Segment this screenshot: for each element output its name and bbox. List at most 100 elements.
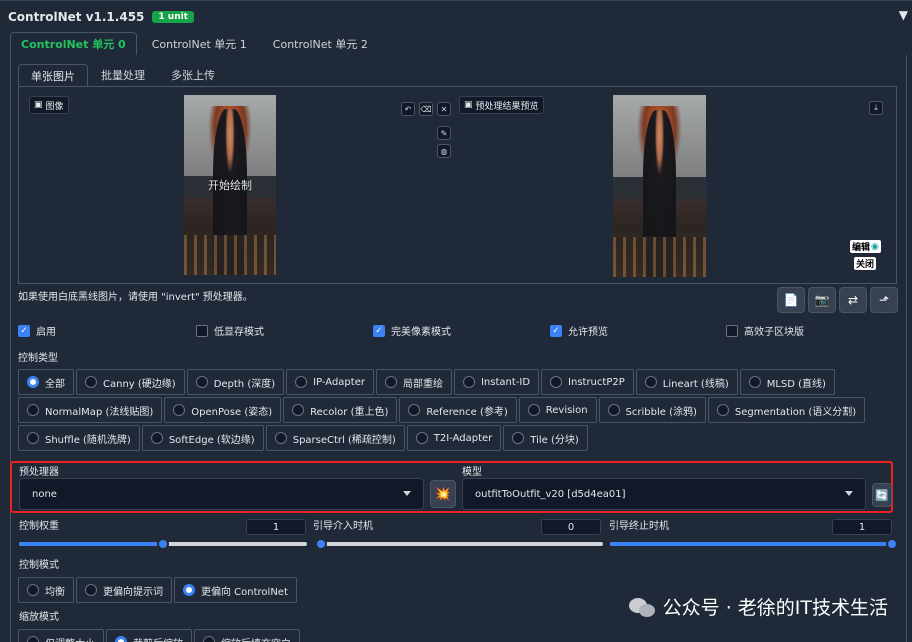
resize-mode-option[interactable]: 仅调整大小 <box>18 629 104 642</box>
control-type-option[interactable]: InstructP2P <box>541 369 634 395</box>
undo-icon[interactable]: ↶ <box>401 102 415 116</box>
radio-label: Reference (参考) <box>426 406 508 418</box>
input-tabs: 单张图片 批量处理 多张上传 <box>18 64 228 86</box>
slider-handle[interactable] <box>315 538 327 550</box>
radio-dot <box>408 404 421 416</box>
start-input[interactable]: 0 <box>541 519 601 535</box>
end-input[interactable]: 1 <box>832 519 892 535</box>
control-type-option[interactable]: Scribble (涂鸦) <box>598 397 706 423</box>
panel-header[interactable]: ControlNet v1.1.455 1 unit ▼ <box>8 8 912 26</box>
input-image-canvas[interactable]: 开始绘制 <box>184 95 276 275</box>
download-icon[interactable]: ⤓ <box>869 101 883 115</box>
railing-shape <box>613 236 706 277</box>
radio-dot <box>27 404 39 416</box>
weight-slider[interactable] <box>19 538 307 550</box>
control-type-option[interactable]: Tile (分块) <box>503 425 588 451</box>
panel-title: ControlNet v1.1.455 <box>8 10 145 24</box>
control-type-option[interactable]: Revision <box>518 397 597 423</box>
model-select[interactable]: outfitToOutfit_v20 [d5d4ea01] <box>462 478 866 510</box>
collapse-icon[interactable]: ▼ <box>899 8 908 22</box>
control-type-option[interactable]: Instant-ID <box>453 369 540 395</box>
edit-icon: ◉ <box>871 241 879 252</box>
preview-icon: ▣ <box>464 100 473 110</box>
image-label-chip: ▣ 图像 <box>29 96 69 114</box>
slider-fill <box>19 542 163 546</box>
image-label: 图像 <box>45 101 64 112</box>
control-type-option[interactable]: IP-Adapter <box>286 369 374 395</box>
tab-unit-1[interactable]: ControlNet 单元 1 <box>141 32 258 55</box>
control-type-option[interactable]: MLSD (直线) <box>739 369 835 395</box>
slider-handle[interactable] <box>886 538 898 550</box>
tab-multi-upload[interactable]: 多张上传 <box>158 64 228 86</box>
weight-input[interactable]: 1 <box>246 519 306 535</box>
control-type-option[interactable]: SparseCtrl (稀疏控制) <box>265 425 405 451</box>
radio-dot <box>27 584 39 596</box>
control-type-option[interactable]: T2I-Adapter <box>406 425 502 451</box>
control-mode-option[interactable]: 均衡 <box>18 577 74 603</box>
tab-batch[interactable]: 批量处理 <box>88 64 158 86</box>
control-mode-option[interactable]: 更偏向 ControlNet <box>174 577 297 603</box>
tab-unit-0[interactable]: ControlNet 单元 0 <box>10 32 137 55</box>
control-type-option[interactable]: 全部 <box>18 369 74 395</box>
slider-handle[interactable] <box>157 538 169 550</box>
preview-label: 预处理结果预览 <box>475 101 539 112</box>
check-icon: ✓ <box>550 324 562 337</box>
weight-label: 控制权重 <box>19 521 59 532</box>
resize-mode-label: 缩放模式 <box>19 612 59 623</box>
control-type-option[interactable]: SoftEdge (软边缘) <box>141 425 264 451</box>
run-preprocessor-button[interactable]: 💥 <box>430 480 456 508</box>
edit-button[interactable]: 编辑 ◉ <box>850 240 881 253</box>
camera-icon[interactable]: 📷 <box>808 287 836 313</box>
control-type-option[interactable]: Canny (硬边缘) <box>76 369 185 395</box>
resize-mode-option[interactable]: 裁剪后缩放 <box>106 629 192 642</box>
swap-icon[interactable]: ⇄ <box>839 287 867 313</box>
resize-mode-option[interactable]: 缩放后填充空白 <box>194 629 300 642</box>
control-type-option[interactable]: Reference (参考) <box>399 397 517 423</box>
radio-label: InstructP2P <box>568 376 625 388</box>
tab-single-image[interactable]: 单张图片 <box>18 64 88 86</box>
control-type-option[interactable]: Recolor (重上色) <box>283 397 398 423</box>
start-slider[interactable] <box>315 538 603 550</box>
radio-dot <box>115 636 127 642</box>
control-type-option[interactable]: OpenPose (姿态) <box>164 397 282 423</box>
palette-icon[interactable]: ◍ <box>437 144 451 158</box>
control-type-row: Shuffle (随机洗牌) SoftEdge (软边缘) SparseCtrl (… <box>18 425 898 453</box>
new-canvas-icon[interactable]: 📄 <box>777 287 805 313</box>
close-icon[interactable]: ✕ <box>437 102 451 116</box>
end-label: 引导终止时机 <box>609 521 669 532</box>
send-dimensions-icon[interactable]: ⬏ <box>870 287 898 313</box>
radio-dot <box>716 404 729 416</box>
checkbox-box <box>726 324 738 337</box>
preprocessor-select[interactable]: none <box>19 478 424 510</box>
controlnet-panel: ControlNet v1.1.455 1 unit ▼ ControlNet … <box>0 0 912 642</box>
eraser-icon[interactable]: ⌫ <box>419 102 433 116</box>
allow-preview-checkbox[interactable]: ✓ 允许预览 <box>550 323 608 338</box>
end-slider[interactable] <box>610 538 898 550</box>
effective-region-checkbox[interactable]: 高效子区块版 <box>726 323 804 338</box>
control-type-option[interactable]: NormalMap (法线贴图) <box>18 397 163 423</box>
radio-label: Lineart (线稿) <box>662 378 729 390</box>
radio-label: MLSD (直线) <box>766 378 826 390</box>
low-vram-checkbox[interactable]: 低显存模式 <box>196 323 264 338</box>
control-type-option[interactable]: 局部重绘 <box>375 369 452 395</box>
radio-dot <box>527 404 540 416</box>
control-type-group: 全部 Canny (硬边缘) Depth (深度) IP-Adapter 局部重绘 Ins… <box>18 369 898 453</box>
control-type-option[interactable]: Depth (深度) <box>186 369 285 395</box>
control-mode-option[interactable]: 更偏向提示词 <box>76 577 172 603</box>
control-type-option[interactable]: Segmentation (语义分割) <box>707 397 866 423</box>
radio-label: 裁剪后缩放 <box>133 635 183 642</box>
control-type-option[interactable]: Shuffle (随机洗牌) <box>18 425 140 451</box>
pixel-perfect-label: 完美像素模式 <box>391 327 451 338</box>
close-button[interactable]: 关闭 <box>854 257 877 270</box>
tab-unit-2[interactable]: ControlNet 单元 2 <box>262 32 379 55</box>
enable-checkbox[interactable]: ✓ 启用 <box>18 323 56 338</box>
radio-dot <box>27 432 39 444</box>
start-drawing-text: 开始绘制 <box>208 179 252 192</box>
brush-icon[interactable]: ✎ <box>437 126 451 140</box>
control-type-option[interactable]: Lineart (线稿) <box>635 369 738 395</box>
refresh-models-button[interactable]: 🔄 <box>872 483 892 507</box>
radio-label: SoftEdge (软边缘) <box>168 434 255 446</box>
low-vram-label: 低显存模式 <box>214 327 264 338</box>
control-type-row: NormalMap (法线贴图) OpenPose (姿态) Recolor (重上… <box>18 397 898 425</box>
pixel-perfect-checkbox[interactable]: ✓ 完美像素模式 <box>373 323 451 338</box>
